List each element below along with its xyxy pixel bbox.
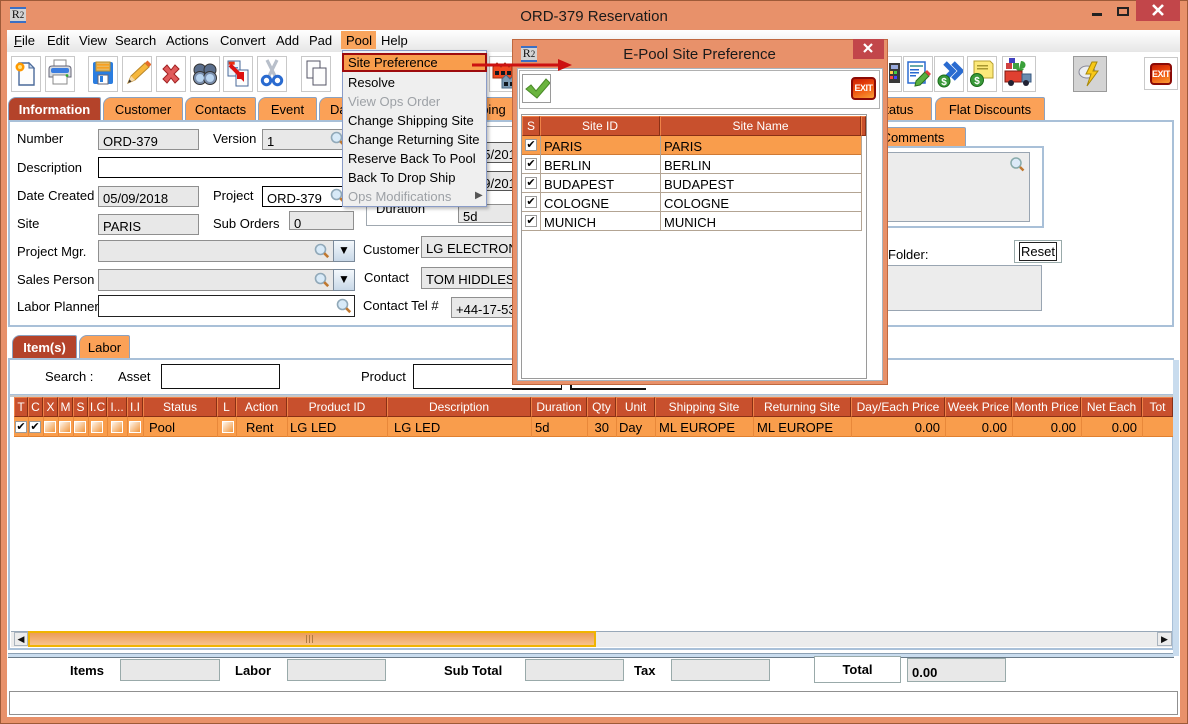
svg-text:$: $ bbox=[941, 77, 947, 88]
svg-text:$: $ bbox=[974, 76, 980, 87]
